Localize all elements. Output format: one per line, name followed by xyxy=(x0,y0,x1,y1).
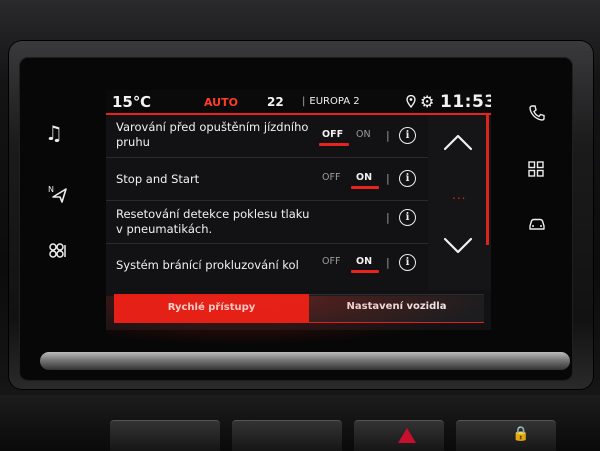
setting-label: Stop and Start xyxy=(116,172,200,186)
apps-grid-icon[interactable] xyxy=(527,160,545,182)
location-pin-icon[interactable] xyxy=(406,94,416,111)
climate-mode[interactable]: AUTO xyxy=(204,96,238,109)
toggle-on-label: ON xyxy=(356,172,373,183)
grid-icon xyxy=(528,161,544,177)
info-icon[interactable]: i xyxy=(399,170,416,187)
toggle-indicator xyxy=(351,270,379,273)
navigation-icon[interactable]: N xyxy=(48,183,68,207)
radio-station[interactable]: | EUROPA 2 xyxy=(302,96,360,107)
fan-blades-icon xyxy=(49,243,66,258)
toggle-on-label: ON xyxy=(356,129,371,140)
scroll-down-chevron-icon[interactable] xyxy=(443,236,473,256)
toggle-off-label: OFF xyxy=(322,256,341,267)
car-icon[interactable] xyxy=(527,216,547,236)
row-separator: | xyxy=(386,256,390,269)
toggle-indicator xyxy=(319,143,349,146)
settings-gear-icon[interactable]: ⚙ xyxy=(420,92,434,111)
anti-slip-toggle[interactable]: OFF ON xyxy=(319,256,379,273)
svg-text:N: N xyxy=(48,185,54,194)
phone-icon[interactable] xyxy=(528,104,546,126)
hardware-button[interactable] xyxy=(232,420,342,451)
fan-icon[interactable] xyxy=(47,242,69,264)
lane-departure-toggle[interactable]: OFF ON xyxy=(319,129,379,146)
scroll-up-chevron-icon[interactable] xyxy=(443,132,473,152)
lock-button[interactable] xyxy=(456,420,556,451)
fan-speed-readout[interactable]: 22 xyxy=(267,95,284,109)
toggle-indicator xyxy=(351,186,379,189)
setting-label: Systém bránící prokluzování kol xyxy=(116,258,299,272)
scrollbar[interactable] xyxy=(486,115,489,245)
status-bar: 15℃ AUTO 22 | EUROPA 2 ⚙ 11:53 xyxy=(106,90,491,114)
pin-glyph-icon xyxy=(406,94,416,109)
setting-row-lane-departure[interactable]: Varování před opuštěním jízdního pruhu O… xyxy=(106,115,428,158)
clock: 11:53 xyxy=(440,92,491,112)
settings-list: Varování před opuštěním jízdního pruhu O… xyxy=(106,115,428,290)
info-icon[interactable]: i xyxy=(399,209,416,226)
row-separator: | xyxy=(386,129,390,142)
phone-handset-icon xyxy=(529,105,545,121)
lock-icon: 🔒 xyxy=(512,426,530,442)
toggle-off-label: OFF xyxy=(322,129,344,140)
bottom-tabs: Rychlé přístupy Nastavení vozidla xyxy=(106,290,491,330)
tab-quick-access[interactable]: Rychlé přístupy xyxy=(114,294,309,322)
setting-row-tyre-pressure-reset[interactable]: Resetování detekce poklesu tlaku v pneum… xyxy=(106,201,428,244)
info-icon[interactable]: i xyxy=(399,254,416,271)
setting-label: Resetování detekce poklesu tlaku v pneum… xyxy=(116,207,310,236)
setting-label: Varování před opuštěním jízdního pruhu xyxy=(116,120,309,149)
tab-vehicle-settings[interactable]: Nastavení vozidla xyxy=(309,294,484,323)
stop-start-toggle[interactable]: OFF ON xyxy=(319,172,379,189)
scroll-position-dots: ... xyxy=(452,188,467,202)
temperature-readout[interactable]: 15℃ xyxy=(112,93,151,111)
toggle-on-label: ON xyxy=(356,256,373,267)
car-outline-icon xyxy=(529,218,545,230)
row-separator: | xyxy=(386,211,390,224)
row-separator: | xyxy=(386,172,390,185)
music-icon[interactable]: ♫ xyxy=(45,123,63,143)
chrome-trim xyxy=(40,352,570,370)
radio-station-label: EUROPA 2 xyxy=(309,96,360,107)
hazard-triangle-icon xyxy=(398,428,416,443)
navigation-arrow-icon: N xyxy=(48,185,67,203)
tab-underline xyxy=(114,322,484,323)
setting-row-anti-slip[interactable]: Systém bránící prokluzování kol OFF ON |… xyxy=(106,244,428,284)
status-separator: | xyxy=(302,96,306,107)
hardware-button[interactable] xyxy=(110,420,220,451)
setting-row-stop-start[interactable]: Stop and Start OFF ON | i xyxy=(106,158,428,201)
touchscreen: 15℃ AUTO 22 | EUROPA 2 ⚙ 11:53 Varování p… xyxy=(106,90,491,330)
toggle-off-label: OFF xyxy=(322,172,341,183)
info-icon[interactable]: i xyxy=(399,127,416,144)
